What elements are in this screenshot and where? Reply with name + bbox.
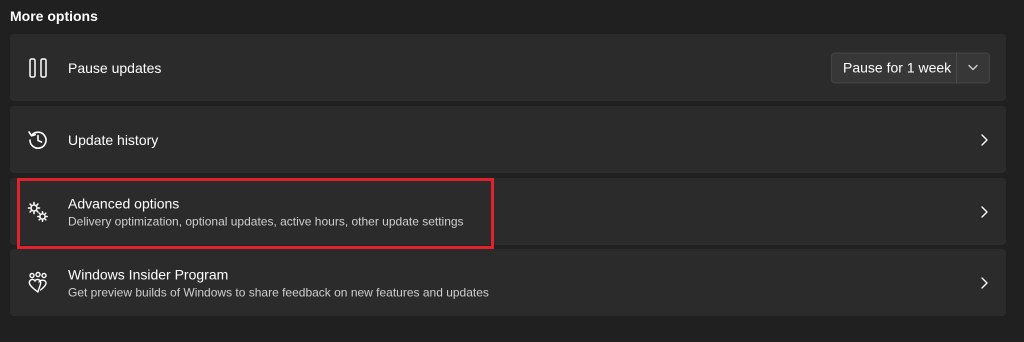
pause-duration-dropdown[interactable]: Pause for 1 week [831,52,990,83]
windows-insider-text: Windows Insider Program Get preview buil… [68,265,489,300]
gears-icon [26,200,50,224]
pause-updates-text: Pause updates [68,59,161,77]
advanced-options-title: Advanced options [68,195,180,211]
pause-icon [26,56,50,80]
chevron-right-icon [976,275,992,291]
update-history-row[interactable]: Update history [10,106,1006,173]
chevron-right-icon [976,132,992,148]
windows-insider-row[interactable]: Windows Insider Program Get preview buil… [10,249,1006,316]
settings-page: More options Pause updates Pause for 1 w… [0,0,1024,342]
chevron-right-icon [976,204,992,220]
insider-hearts-icon [26,271,50,295]
pause-updates-title: Pause updates [68,59,162,76]
advanced-options-subtitle: Delivery optimization, optional updates,… [68,214,464,228]
pause-duration-value[interactable]: Pause for 1 week [832,60,956,76]
chevron-down-icon[interactable] [957,53,989,82]
pause-updates-row: Pause updates Pause for 1 week [10,34,1006,101]
windows-insider-title: Windows Insider Program [68,266,229,282]
update-history-title: Update history [68,131,159,148]
update-history-text: Update history [68,131,158,149]
advanced-options-row[interactable]: Advanced options Delivery optimization, … [10,178,1006,245]
windows-insider-subtitle: Get preview builds of Windows to share f… [68,285,489,299]
history-icon [26,128,50,152]
advanced-options-text: Advanced options Delivery optimization, … [68,194,464,229]
section-title: More options [10,8,98,24]
